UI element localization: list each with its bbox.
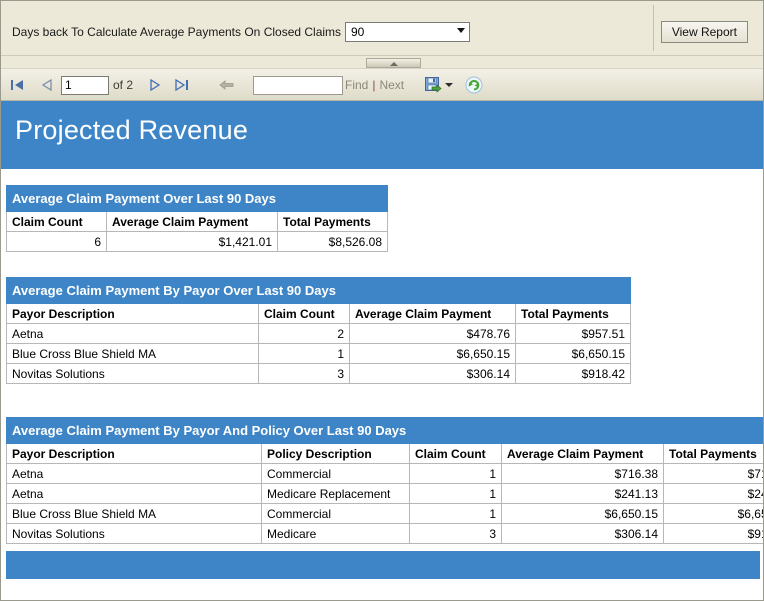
chevron-up-icon xyxy=(389,62,398,66)
column-header: Payor Description xyxy=(6,443,262,464)
cell-total-payments: $6,650.15 xyxy=(515,343,631,364)
cell-policy-description: Medicare xyxy=(261,523,410,544)
days-back-parameter-label: Days back To Calculate Average Payments … xyxy=(12,25,342,39)
report-title-banner: Projected Revenue xyxy=(1,101,763,169)
page-title: Projected Revenue xyxy=(15,115,249,145)
cell-total-payments: $918.42 xyxy=(663,523,763,544)
first-page-icon[interactable] xyxy=(7,69,29,101)
cell-policy-description: Commercial xyxy=(261,463,410,484)
column-header: Claim Count xyxy=(258,303,350,324)
search-input[interactable] xyxy=(253,75,343,95)
cell-average-claim-payment: $1,421.01 xyxy=(106,231,278,252)
refresh-icon[interactable] xyxy=(463,69,485,101)
table-average-claim-payment-overall: Average Claim Payment Over Last 90 Days … xyxy=(5,185,389,252)
cell-total-payments: $716.38 xyxy=(663,463,763,484)
last-page-icon[interactable] xyxy=(171,69,193,101)
table-row: Blue Cross Blue Shield MA Commercial 1 $… xyxy=(6,503,763,524)
export-dropdown-icon[interactable] xyxy=(443,69,455,101)
cell-payor-description: Aetna xyxy=(6,483,262,504)
cell-average-claim-payment: $306.14 xyxy=(500,523,665,544)
cell-payor-description: Novitas Solutions xyxy=(6,363,259,384)
cell-average-claim-payment: $6,650.15 xyxy=(349,343,516,364)
table-column-header-row: Payor Description Claim Count Average Cl… xyxy=(6,303,631,324)
cell-total-payments: $918.42 xyxy=(515,363,631,384)
cell-payor-description: Blue Cross Blue Shield MA xyxy=(6,503,262,524)
cell-payor-description: Blue Cross Blue Shield MA xyxy=(6,343,259,364)
cell-claim-count: 1 xyxy=(258,343,350,364)
export-save-icon[interactable] xyxy=(423,69,443,101)
cell-payor-description: Aetna xyxy=(6,463,262,484)
column-header: Average Claim Payment xyxy=(106,211,278,232)
band-title: Average Claim Payment Over Last 90 Days xyxy=(5,185,389,212)
table-band-header: Average Claim Payment By Payor Over Last… xyxy=(6,277,631,304)
days-back-select-value: 90 xyxy=(351,25,365,39)
column-header: Total Payments xyxy=(276,211,389,232)
table-row: Blue Cross Blue Shield MA 1 $6,650.15 $6… xyxy=(6,343,631,364)
cell-claim-count: 3 xyxy=(258,363,350,384)
parameter-splitter xyxy=(1,56,763,69)
column-header: Policy Description xyxy=(261,443,410,464)
cell-claim-count: 1 xyxy=(409,483,502,504)
parameter-bar: Days back To Calculate Average Payments … xyxy=(1,1,763,56)
cell-average-claim-payment: $241.13 xyxy=(500,483,665,504)
table-column-header-row: Claim Count Average Claim Payment Total … xyxy=(6,211,389,232)
column-header: Average Claim Payment xyxy=(349,303,516,324)
cell-total-payments: $957.51 xyxy=(515,323,631,344)
report-content-area: Projected Revenue Average Claim Payment … xyxy=(1,101,763,600)
find-next-button[interactable]: Next xyxy=(379,78,404,92)
cell-claim-count: 1 xyxy=(409,503,502,524)
page-count-label: of 2 xyxy=(113,78,134,92)
cell-total-payments: $6,650.15 xyxy=(663,503,763,524)
report-viewer-window: Days back To Calculate Average Payments … xyxy=(0,0,764,601)
band-title: Average Claim Payment By Payor Over Last… xyxy=(6,277,516,304)
table-average-claim-payment-by-payor-and-policy: Average Claim Payment By Payor And Polic… xyxy=(5,417,763,544)
find-button[interactable]: Find xyxy=(345,78,368,92)
page-number-input[interactable] xyxy=(61,75,109,95)
table-band-header: Average Claim Payment By Payor And Polic… xyxy=(5,417,763,444)
cell-policy-description: Commercial xyxy=(261,503,410,524)
table-row: Novitas Solutions 3 $306.14 $918.42 xyxy=(6,363,631,384)
column-header: Total Payments xyxy=(515,303,631,324)
cell-average-claim-payment: $306.14 xyxy=(349,363,516,384)
column-header: Claim Count xyxy=(6,211,107,232)
band-title: Average Claim Payment By Payor And Polic… xyxy=(5,417,665,444)
column-header: Total Payments xyxy=(663,443,763,464)
column-header: Average Claim Payment xyxy=(500,443,665,464)
cell-total-payments: $8,526.08 xyxy=(276,231,389,252)
table-row: Novitas Solutions Medicare 3 $306.14 $91… xyxy=(6,523,763,544)
cell-average-claim-payment: $478.76 xyxy=(349,323,516,344)
report-toolbar: of 2 Find | Next xyxy=(1,69,763,101)
band-title-filler xyxy=(515,277,631,304)
previous-page-icon[interactable] xyxy=(35,69,57,101)
table-row: Aetna Medicare Replacement 1 $241.13 $24… xyxy=(6,483,763,504)
table-row: 6 $1,421.01 $8,526.08 xyxy=(6,231,389,252)
cell-average-claim-payment: $6,650.15 xyxy=(500,503,665,524)
view-report-button[interactable]: View Report xyxy=(660,21,748,43)
cell-average-claim-payment: $716.38 xyxy=(500,463,665,484)
parameter-bar-divider xyxy=(653,5,654,51)
report-footer-band xyxy=(6,551,760,579)
cell-payor-description: Aetna xyxy=(6,323,259,344)
cell-total-payments: $241.13 xyxy=(663,483,763,504)
cell-claim-count: 6 xyxy=(6,231,107,252)
column-header: Claim Count xyxy=(409,443,502,464)
column-header: Payor Description xyxy=(6,303,259,324)
collapse-parameters-handle[interactable] xyxy=(366,58,421,68)
cell-policy-description: Medicare Replacement xyxy=(261,483,410,504)
days-back-select[interactable]: 90 xyxy=(345,22,470,42)
next-page-icon[interactable] xyxy=(143,69,165,101)
cell-claim-count: 1 xyxy=(409,463,502,484)
table-average-claim-payment-by-payor: Average Claim Payment By Payor Over Last… xyxy=(6,277,631,384)
table-band-header: Average Claim Payment Over Last 90 Days xyxy=(5,185,389,212)
table-column-header-row: Payor Description Policy Description Cla… xyxy=(6,443,763,464)
table-row: Aetna 2 $478.76 $957.51 xyxy=(6,323,631,344)
cell-claim-count: 3 xyxy=(409,523,502,544)
table-row: Aetna Commercial 1 $716.38 $716.38 xyxy=(6,463,763,484)
cell-payor-description: Novitas Solutions xyxy=(6,523,262,544)
chevron-down-icon xyxy=(457,28,465,33)
cell-claim-count: 2 xyxy=(258,323,350,344)
back-parent-icon[interactable] xyxy=(215,69,237,101)
band-title-filler xyxy=(663,417,763,444)
find-next-separator: | xyxy=(372,78,376,92)
